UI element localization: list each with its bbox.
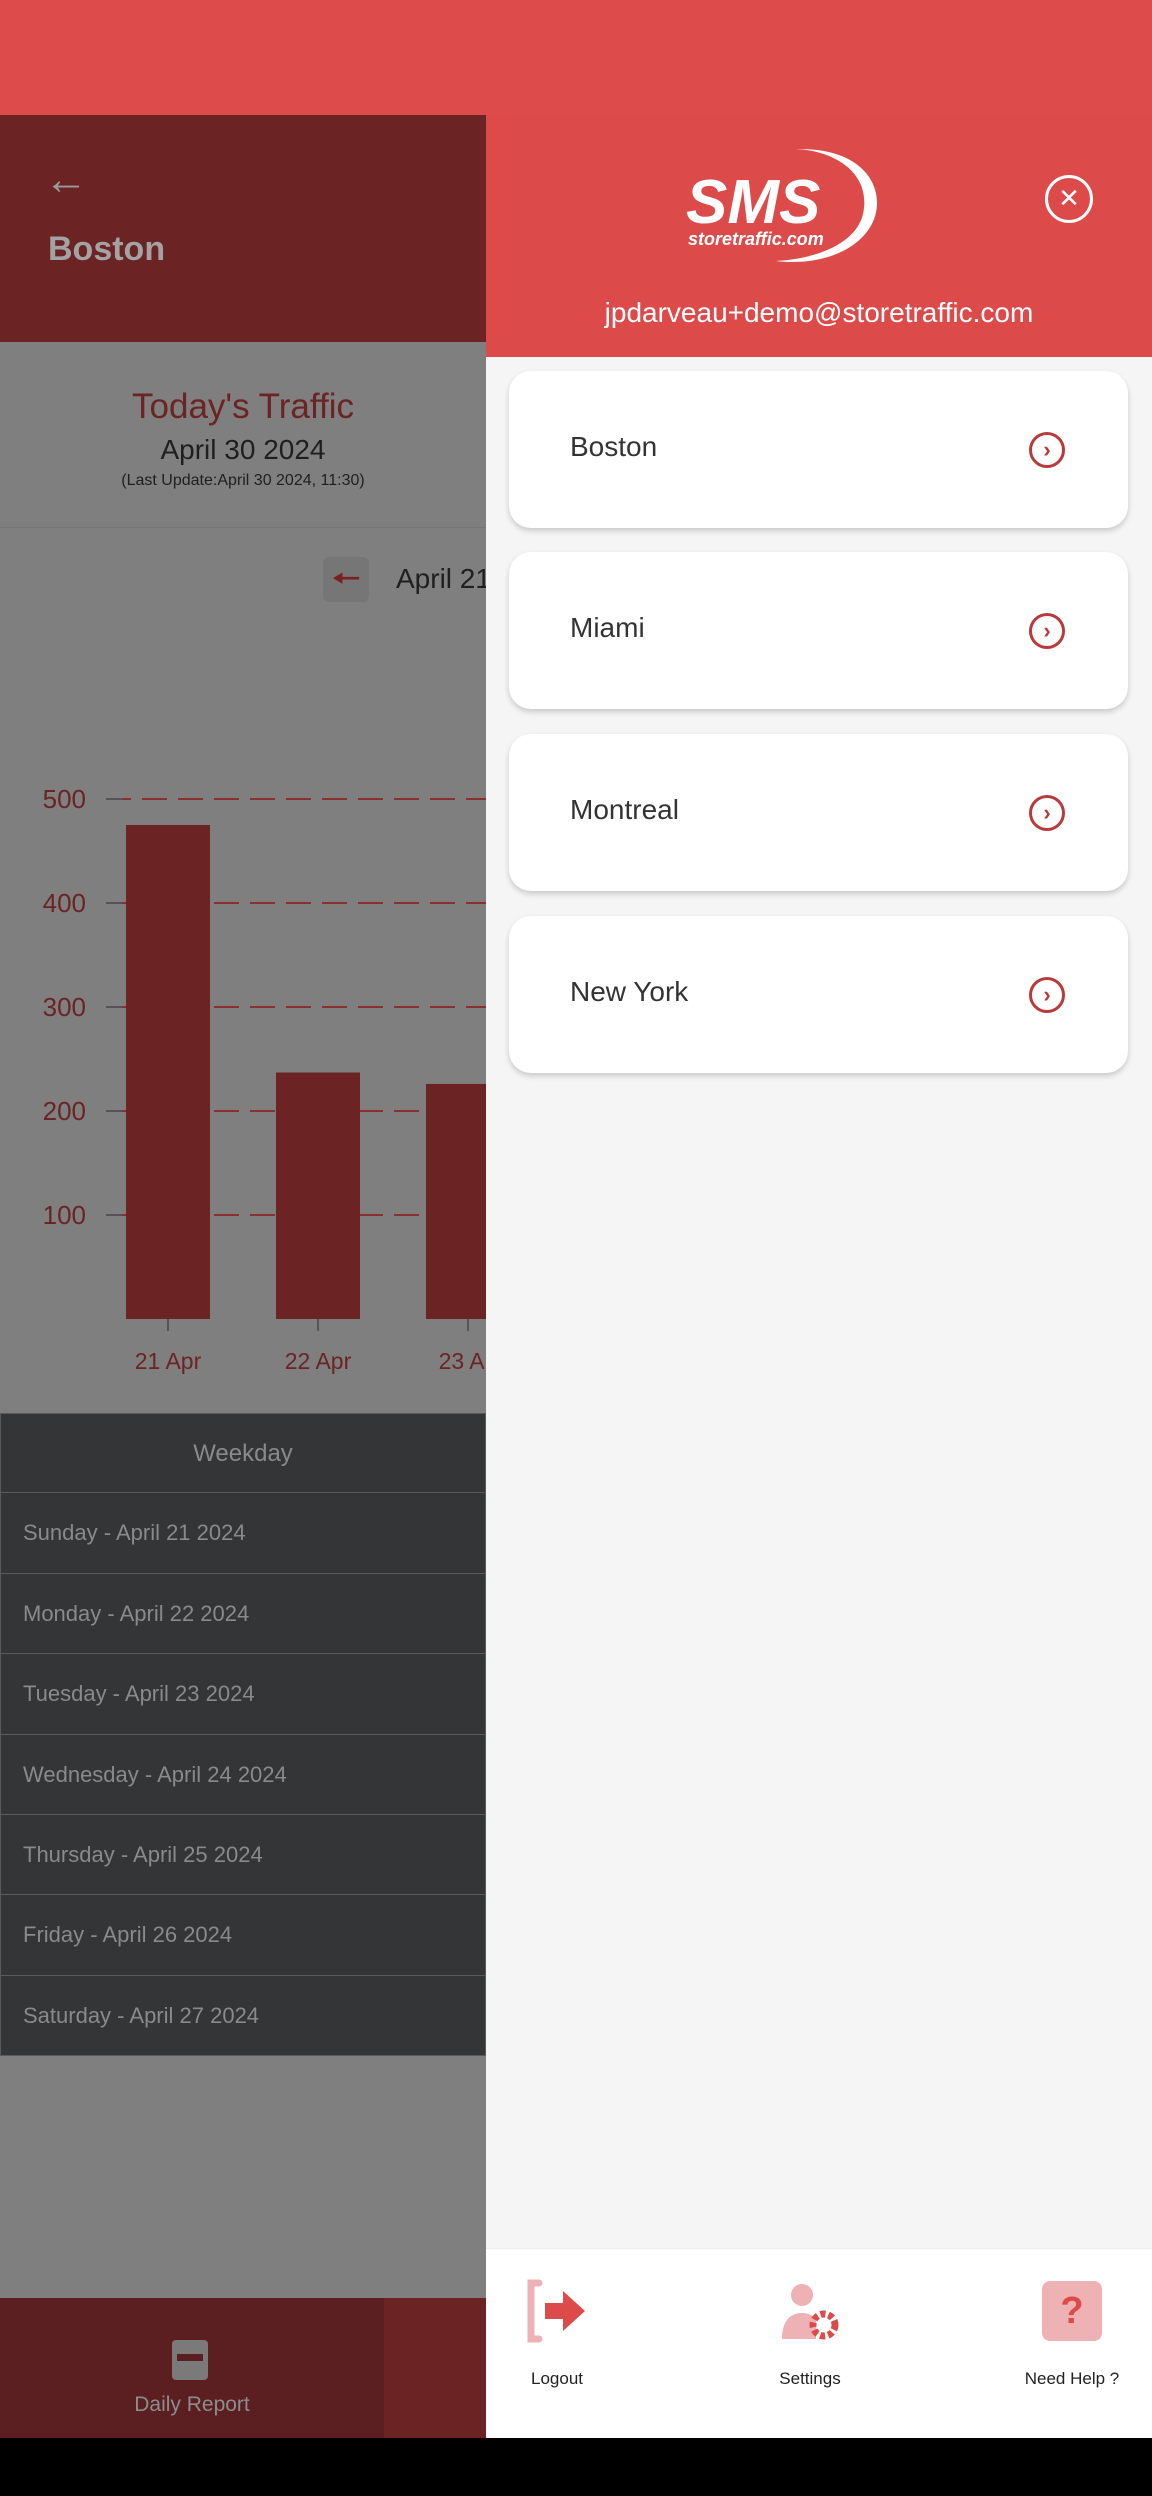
store-label: New York	[570, 976, 689, 1007]
background-screen: ← Boston Today's Traffic April 30 2024 (…	[0, 115, 486, 2438]
x-tick-label: 22 Apr	[285, 1348, 352, 1374]
arrow-left-icon: 🠔	[331, 560, 361, 598]
settings-button[interactable]: Settings	[710, 2249, 910, 2439]
bottom-nav: Daily Report	[0, 2298, 486, 2438]
y-tick-label: 500	[43, 784, 86, 814]
navigation-drawer: SMS storetraffic.com ✕ jpdarveau+demo@st…	[486, 115, 1152, 2438]
store-item-montreal[interactable]: Montreal ›	[509, 734, 1128, 891]
drawer-footer: Logout Settings ? Need Help ?	[486, 2248, 1152, 2438]
tab-label: Daily Report	[134, 2393, 250, 2416]
weekday-table: Weekday Sunday - April 21 2024 Monday - …	[0, 1413, 486, 2057]
store-item-miami[interactable]: Miami ›	[509, 552, 1128, 709]
y-tick-label: 200	[43, 1096, 86, 1126]
chevron-right-icon: ›	[1029, 795, 1065, 831]
table-row[interactable]: Tuesday - April 23 2024	[0, 1654, 486, 1735]
svg-text:?: ?	[1060, 2290, 1083, 2332]
table-header: Weekday	[0, 1413, 486, 1494]
logout-icon	[527, 2279, 585, 2343]
x-tick-label: 23 Ap	[439, 1348, 486, 1374]
store-item-boston[interactable]: Boston ›	[509, 371, 1128, 528]
table-row[interactable]: Friday - April 26 2024	[0, 1895, 486, 1976]
y-tick-label: 300	[43, 992, 86, 1022]
y-tick-label: 400	[43, 888, 86, 918]
chevron-right-icon: ›	[1029, 613, 1065, 649]
bar	[276, 1072, 360, 1319]
logo-text: SMS	[686, 168, 820, 237]
previous-week-button[interactable]: 🠔	[323, 557, 369, 602]
tab-daily-report[interactable]: Daily Report	[0, 2298, 384, 2438]
store-label: Boston	[570, 431, 658, 462]
help-icon: ?	[1042, 2281, 1102, 2341]
store-label: Miami	[570, 612, 645, 643]
table-row[interactable]: Saturday - April 27 2024	[0, 1975, 486, 2057]
date-range-label: April 21	[396, 563, 486, 594]
bar	[126, 825, 210, 1319]
table-row[interactable]: Sunday - April 21 2024	[0, 1493, 486, 1574]
table-row[interactable]: Wednesday - April 24 2024	[0, 1734, 486, 1815]
traffic-chart: 100 200 300 400 500 21 Apr 22 Apr 23 Ap	[43, 784, 486, 1374]
user-settings-icon	[782, 2284, 839, 2340]
sms-logo: SMS storetraffic.com	[686, 148, 878, 263]
help-label: Need Help ?	[1024, 2369, 1120, 2388]
y-tick-label: 100	[43, 1200, 86, 1230]
bar	[426, 1083, 486, 1319]
logout-label: Logout	[531, 2369, 583, 2388]
settings-label: Settings	[779, 2369, 841, 2388]
x-tick-label: 21 Apr	[135, 1348, 202, 1374]
user-email: jpdarveau+demo@storetraffic.com	[604, 297, 1034, 328]
close-icon[interactable]: ✕	[1045, 175, 1093, 223]
status-bar	[0, 0, 1152, 115]
store-label: Montreal	[570, 794, 679, 825]
help-button[interactable]: ? Need Help ?	[972, 2249, 1152, 2439]
chevron-right-icon: ›	[1029, 432, 1065, 468]
logo-subtext: storetraffic.com	[688, 229, 824, 249]
table-row[interactable]: Monday - April 22 2024	[0, 1573, 486, 1655]
calendar-icon	[172, 2340, 208, 2380]
table-row[interactable]: Thursday - April 25 2024	[0, 1814, 486, 1896]
chevron-right-icon: ›	[1029, 977, 1065, 1013]
drawer-header: SMS storetraffic.com ✕ jpdarveau+demo@st…	[486, 115, 1152, 357]
store-item-new-york[interactable]: New York ›	[509, 916, 1128, 1073]
logout-button[interactable]: Logout	[457, 2249, 657, 2439]
